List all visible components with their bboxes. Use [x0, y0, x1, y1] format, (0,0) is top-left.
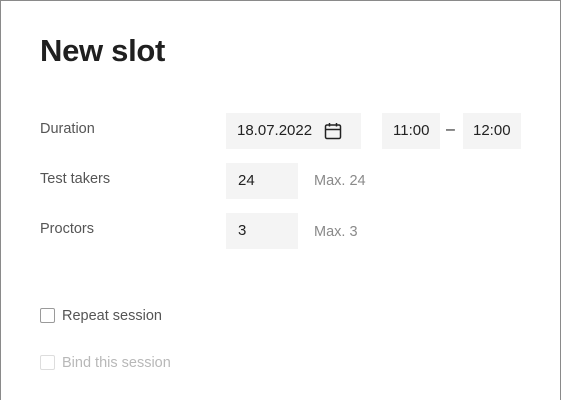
start-time-input[interactable]: 11:00 [382, 113, 440, 149]
new-slot-dialog: New slot Duration 18.07.2022 11:00 – 12:… [0, 0, 561, 400]
proctors-input[interactable]: 3 [226, 213, 298, 249]
date-input[interactable]: 18.07.2022 [226, 113, 361, 149]
calendar-icon[interactable] [324, 122, 342, 140]
end-time-input[interactable]: 12:00 [463, 113, 521, 149]
date-value: 18.07.2022 [237, 122, 313, 139]
proctors-max: Max. 3 [314, 224, 358, 240]
test-takers-input[interactable]: 24 [226, 163, 298, 199]
repeat-session-label[interactable]: Repeat session [62, 307, 162, 325]
test-takers-label: Test takers [40, 171, 111, 187]
dialog-title: New slot [40, 33, 166, 68]
time-range-separator: – [446, 121, 455, 138]
test-takers-max: Max. 24 [314, 173, 366, 189]
repeat-session-checkbox[interactable] [40, 308, 55, 323]
bind-session-label: Bind this session [62, 355, 171, 371]
duration-label: Duration [40, 121, 95, 137]
bind-session-checkbox [40, 355, 55, 370]
proctors-label: Proctors [40, 221, 94, 237]
